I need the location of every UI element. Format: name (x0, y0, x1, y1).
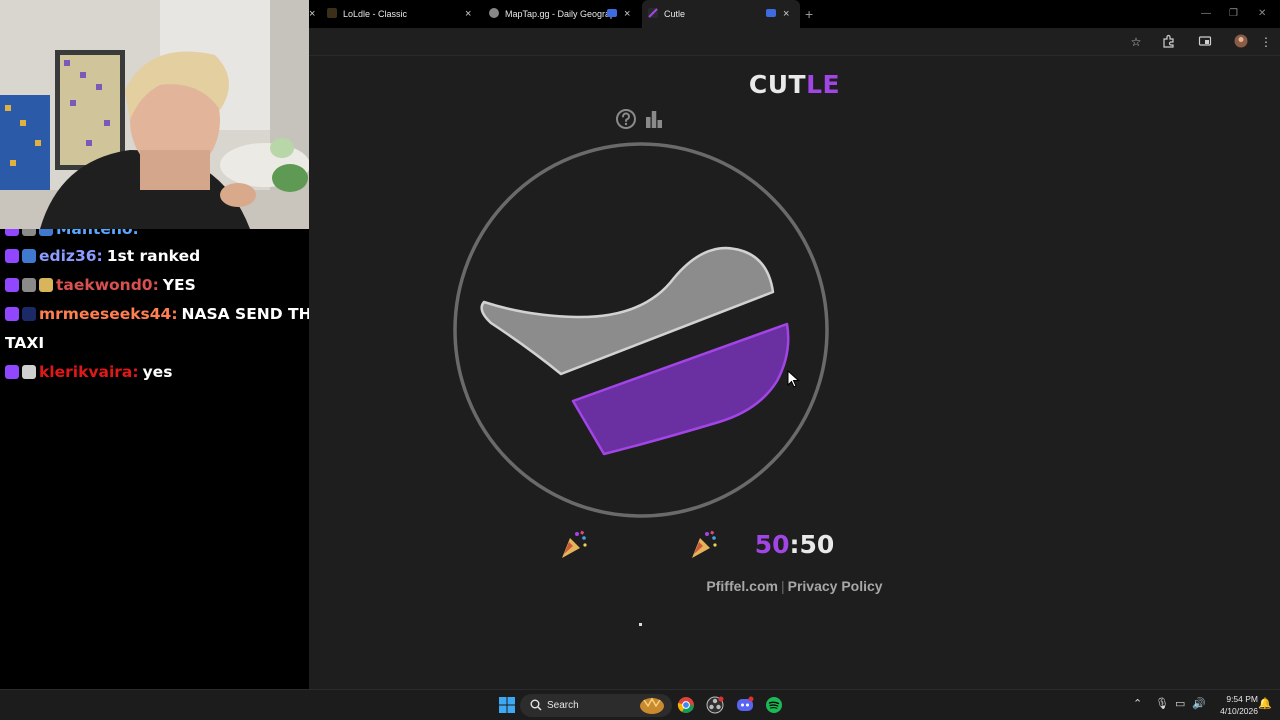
prime-badge-icon (5, 249, 19, 263)
tab-strip: × LoLdle - Classic × MapTap.gg - Daily G… (309, 0, 1280, 28)
chrome-icon[interactable] (677, 696, 695, 714)
chat-text: yes (142, 363, 173, 381)
chevron-up-icon[interactable]: ⌃ (1133, 697, 1142, 710)
split-score: 50:50 (754, 530, 835, 559)
skull-badge-icon (22, 365, 36, 379)
crown-badge-icon (22, 249, 36, 263)
coin-badge-icon (39, 278, 53, 292)
clock-time: 9:54 PM (1226, 694, 1258, 704)
help-icon[interactable] (615, 108, 637, 130)
network-icon[interactable]: ▭ (1175, 697, 1185, 710)
user-badge-icon (22, 229, 36, 236)
spotify-icon[interactable] (765, 696, 783, 714)
tab-title: LoLdle - Classic (343, 9, 408, 19)
chat-username: Manteno: (56, 229, 139, 238)
tab-title: Cutle (664, 9, 686, 19)
prime-badge-icon (5, 229, 19, 236)
notifications-icon[interactable]: 🔔 (1258, 697, 1272, 710)
windows-start-icon[interactable] (498, 696, 516, 714)
map-pin-favicon-icon (489, 8, 499, 18)
discord-icon[interactable] (736, 696, 754, 714)
chat-overlay: Manteno: ediz36: 1st ranked taekwond0: YES… (0, 229, 309, 689)
restore-icon[interactable]: ❐ (1229, 0, 1238, 28)
close-window-icon[interactable]: ✕ (1258, 0, 1266, 28)
previous-tab-close[interactable]: × (309, 0, 317, 28)
tab-cutle[interactable]: Cutle × (642, 0, 800, 28)
chat-text: NASA SEND THE (181, 305, 309, 323)
party-popper-icon (692, 530, 717, 558)
close-icon[interactable]: × (783, 0, 789, 28)
prime-badge-icon (5, 307, 19, 321)
privacy-policy-link[interactable]: Privacy Policy (788, 578, 883, 594)
mouse-cursor-icon (787, 370, 800, 388)
webcam-overlay (0, 0, 309, 229)
browser-toolbar: ☆ ⋮ (309, 28, 1280, 56)
tab-maptap[interactable]: MapTap.gg - Daily Geograp × (489, 0, 639, 28)
pfiffel-link[interactable]: Pfiffel.com (706, 578, 778, 594)
chat-message-continuation: TAXI (5, 329, 305, 358)
microphone-icon[interactable]: 🎙 (1155, 697, 1169, 710)
chat-message: klerikvaira: yes (5, 358, 305, 387)
star-icon[interactable]: ☆ (1128, 34, 1144, 50)
chat-text: TAXI (5, 334, 45, 352)
extensions-icon[interactable] (1161, 34, 1177, 50)
gear-badge-icon (22, 278, 36, 292)
cutle-favicon-icon (648, 8, 658, 18)
chat-text: YES (162, 276, 196, 294)
chat-username: klerikvaira: (39, 363, 139, 381)
screen-share-icon (766, 9, 776, 17)
sub-badge-icon (39, 229, 53, 236)
chat-username: taekwond0: (56, 276, 159, 294)
obs-icon[interactable] (706, 696, 724, 714)
search-icon (530, 699, 542, 711)
profile-avatar-icon[interactable] (1233, 34, 1249, 50)
nasa-badge-icon (22, 307, 36, 321)
system-clock[interactable]: 9:54 PM 4/10/2026 (1206, 693, 1258, 717)
prime-badge-icon (5, 365, 19, 379)
stats-icon[interactable] (643, 108, 665, 130)
chat-message: mrmeeseeks44: NASA SEND THE (5, 300, 309, 329)
chat-message: ediz36: 1st ranked (5, 242, 305, 271)
shape-puzzle-board[interactable] (449, 138, 833, 522)
windows-taskbar: Search ⌃ 🎙 ▭ 🔊 9:54 PM 4/10/2026 🔔 (0, 689, 1280, 720)
clock-date: 4/10/2026 (1220, 706, 1258, 716)
minimize-icon[interactable]: — (1201, 0, 1211, 28)
loading-dot (639, 623, 642, 626)
menu-kebab-icon[interactable]: ⋮ (1258, 34, 1274, 50)
chat-username: ediz36: (39, 247, 103, 265)
new-tab-button[interactable]: + (805, 0, 813, 28)
close-icon[interactable]: × (465, 0, 471, 28)
chat-message: taekwond0: YES (5, 271, 305, 300)
volume-icon[interactable]: 🔊 (1192, 697, 1206, 710)
screen-share-icon (607, 9, 617, 17)
chat-username: mrmeeseeks44: (39, 305, 178, 323)
media-icon[interactable] (1197, 34, 1213, 50)
prime-badge-icon (5, 278, 19, 292)
chat-text: 1st ranked (106, 247, 201, 265)
browser-window: × LoLdle - Classic × MapTap.gg - Daily G… (309, 0, 1280, 689)
cutle-page: CUTLE 50:50 Pfiffel.com | Privacy Policy (309, 56, 1280, 689)
tab-title: MapTap.gg - Daily Geograp (505, 9, 616, 19)
cutle-logo: CUTLE (748, 70, 841, 99)
webcam-image (0, 0, 309, 229)
page-footer: Pfiffel.com | Privacy Policy (706, 578, 883, 594)
taskbar-search[interactable]: Search (520, 694, 672, 717)
search-highlight-icon (640, 697, 664, 714)
loldle-favicon-icon (327, 8, 337, 18)
close-icon[interactable]: × (624, 0, 630, 28)
tab-loldle[interactable]: LoLdle - Classic × (327, 0, 487, 28)
